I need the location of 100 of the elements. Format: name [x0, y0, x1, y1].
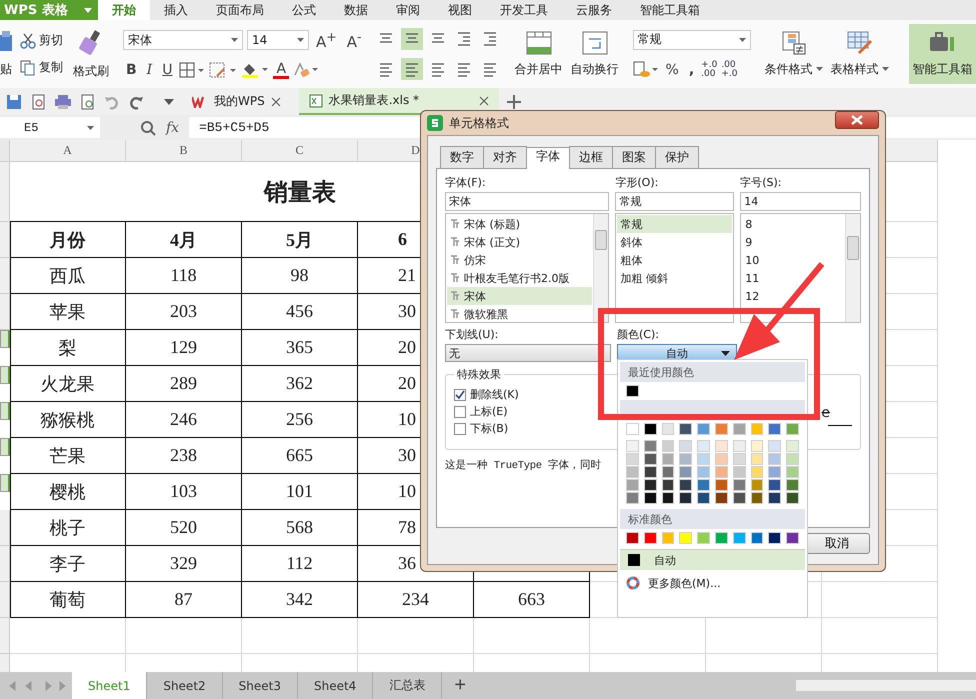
color-swatch[interactable] [768, 423, 782, 435]
color-swatch[interactable] [750, 440, 764, 452]
new-tab-icon[interactable] [506, 94, 521, 108]
menu-tab[interactable]: 开发工具 [486, 0, 562, 20]
color-swatch[interactable] [644, 453, 657, 465]
color-swatch[interactable] [679, 423, 692, 435]
list-item[interactable]: 加粗 倾斜 [617, 269, 732, 287]
document-tab[interactable]: 水果销量表.xls * [298, 88, 499, 115]
color-swatch[interactable] [662, 492, 674, 504]
row-header[interactable] [0, 618, 10, 654]
color-swatch[interactable] [626, 453, 639, 465]
column-header[interactable]: A [10, 140, 126, 162]
format-painter-button[interactable]: 格式刷 [69, 28, 113, 80]
color-swatch[interactable] [626, 385, 639, 397]
color-swatch[interactable] [644, 532, 657, 544]
color-swatch[interactable] [662, 453, 674, 465]
export-icon[interactable] [30, 94, 46, 110]
underline-dropdown[interactable]: 无 [445, 344, 611, 362]
color-swatch[interactable] [786, 423, 799, 435]
color-swatch[interactable] [626, 466, 639, 478]
color-swatch[interactable] [732, 440, 746, 452]
color-swatch[interactable] [750, 453, 764, 465]
row-header[interactable] [0, 438, 10, 456]
color-swatch[interactable] [697, 423, 710, 435]
menu-tab[interactable]: 云服务 [562, 0, 626, 20]
font-color-button[interactable]: A [273, 62, 290, 78]
italic-button[interactable]: I [144, 62, 156, 78]
row-header[interactable] [0, 546, 10, 582]
row-header[interactable] [0, 294, 10, 330]
color-swatch[interactable] [750, 479, 764, 491]
color-swatch[interactable] [714, 440, 728, 452]
color-swatch[interactable] [786, 466, 799, 478]
comma-button[interactable]: , [686, 62, 698, 78]
add-sheet-button[interactable]: + [442, 672, 478, 699]
font-name-dropdown[interactable]: 宋体 [123, 30, 243, 50]
color-swatch[interactable] [679, 492, 692, 504]
color-swatch[interactable] [662, 423, 674, 435]
bold-button[interactable]: B [123, 62, 140, 78]
dialog-tab[interactable]: 对齐 [483, 146, 527, 168]
list-item[interactable]: 宋体 [447, 287, 592, 305]
color-swatch[interactable] [768, 466, 782, 478]
menu-tab[interactable]: 插入 [150, 0, 202, 20]
style-field[interactable]: 常规 [615, 192, 734, 211]
row-header[interactable] [0, 330, 10, 348]
font-field[interactable]: 宋体 [445, 192, 610, 211]
row-header[interactable] [0, 222, 10, 258]
document-tab[interactable]: 我的WPS [182, 88, 291, 115]
color-swatch[interactable] [768, 453, 782, 465]
column-header[interactable]: B [126, 140, 242, 162]
increase-decimal-button[interactable]: +.0 .00 [701, 60, 718, 78]
menu-tab[interactable]: 视图 [434, 0, 486, 20]
color-swatch[interactable] [626, 492, 639, 504]
function-button[interactable]: fx [166, 120, 180, 136]
color-swatch[interactable] [768, 440, 782, 452]
close-icon[interactable] [478, 96, 489, 106]
row-header[interactable] [0, 258, 10, 294]
list-item[interactable]: 9 [742, 233, 844, 251]
size-list[interactable]: 8 9 10 11 12 [740, 213, 861, 323]
color-swatch[interactable] [786, 453, 799, 465]
sheet-tab[interactable]: Sheet1 [72, 672, 148, 699]
horizontal-scrollbar[interactable] [796, 680, 976, 691]
color-swatch[interactable] [714, 532, 728, 544]
color-swatch[interactable] [786, 479, 799, 491]
menu-tab[interactable]: 数据 [330, 0, 382, 20]
row-header[interactable] [0, 474, 10, 492]
color-swatch[interactable] [714, 492, 728, 504]
color-swatch[interactable] [750, 423, 764, 435]
save-icon[interactable] [6, 94, 22, 110]
automatic-color-option[interactable]: 自动 [620, 549, 805, 570]
list-item[interactable]: 10 [742, 251, 844, 269]
menu-tab[interactable]: 开始 [98, 0, 150, 20]
color-swatch[interactable] [679, 453, 692, 465]
list-item[interactable]: 常规 [617, 215, 732, 233]
color-swatch[interactable] [714, 423, 728, 435]
color-swatch[interactable] [644, 492, 657, 504]
color-swatch[interactable] [662, 440, 674, 452]
color-swatch[interactable] [679, 532, 692, 544]
decrease-decimal-button[interactable]: .00 +.0 [721, 60, 738, 78]
table-style-button[interactable]: 表格样式 [826, 24, 893, 84]
color-swatch[interactable] [714, 453, 728, 465]
wrap-text-button[interactable]: 自动换行 [566, 24, 623, 84]
color-swatch[interactable] [644, 479, 657, 491]
color-swatch[interactable] [662, 479, 674, 491]
row-header[interactable] [0, 510, 10, 546]
menu-tab[interactable]: 公式 [278, 0, 330, 20]
scrollbar[interactable] [845, 214, 860, 322]
menu-tab[interactable]: 审阅 [382, 0, 434, 20]
color-swatch[interactable] [714, 479, 728, 491]
color-swatch[interactable] [679, 440, 692, 452]
percent-button[interactable]: % [662, 62, 682, 78]
font-list[interactable]: 宋体 (标题) 宋体 (正文) 仿宋 叶根友毛笔行书2.0版 宋体 微软雅黑 [445, 213, 610, 323]
color-swatch[interactable] [626, 423, 639, 435]
menu-tab[interactable]: 智能工具箱 [626, 0, 714, 20]
color-swatch[interactable] [768, 479, 782, 491]
color-swatch[interactable] [750, 466, 764, 478]
dialog-tab[interactable]: 字体 [526, 147, 570, 169]
row-header[interactable] [0, 402, 10, 420]
color-swatch[interactable] [786, 532, 799, 544]
dialog-tab[interactable]: 数字 [440, 146, 484, 168]
color-swatch[interactable] [626, 440, 639, 452]
